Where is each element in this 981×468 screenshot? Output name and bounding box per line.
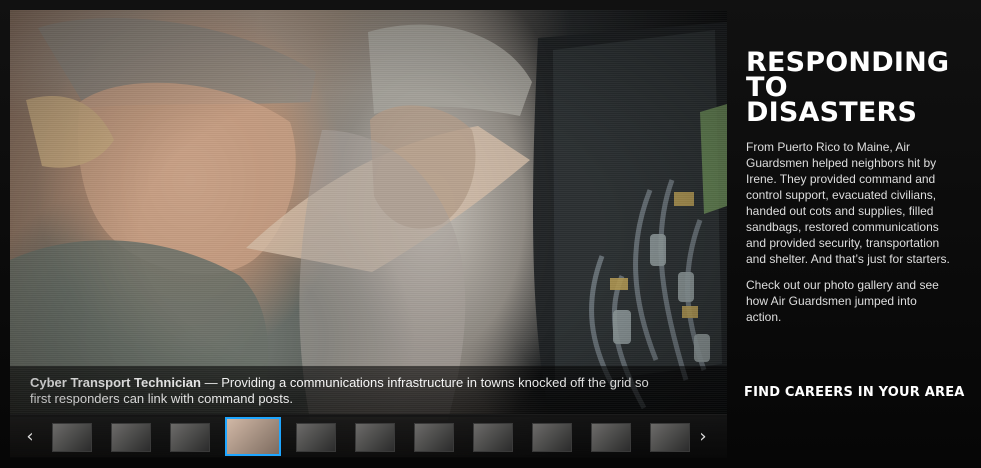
caption-title: Cyber Transport Technician <box>30 375 201 390</box>
gallery-thumbnail[interactable] <box>650 423 690 452</box>
gallery-thumbnail[interactable] <box>111 423 151 452</box>
sidebar-headline: Responding to Disasters <box>746 47 950 128</box>
chevron-left-icon[interactable]: ‹ <box>23 428 37 446</box>
gallery-thumbnail[interactable] <box>52 423 92 452</box>
gallery-thumbnail[interactable] <box>532 423 572 452</box>
gallery-thumbnail[interactable] <box>355 423 395 452</box>
hero-caption: Cyber Transport Technician — Providing a… <box>30 375 670 407</box>
gallery-thumbnail-active[interactable] <box>225 417 281 456</box>
gallery-thumbnail[interactable] <box>473 423 513 452</box>
sidebar-paragraph-2: Check out our photo gallery and see how … <box>746 278 939 324</box>
gallery-thumbnail[interactable] <box>296 423 336 452</box>
find-careers-link[interactable]: FIND CAREERS IN YOUR AREA <box>744 385 965 400</box>
gallery-thumbnail[interactable] <box>170 423 210 452</box>
gallery-thumbnail[interactable] <box>591 423 631 452</box>
hero-image: Cyber Transport Technician — Providing a… <box>10 10 727 457</box>
sidebar-paragraph-1: From Puerto Rico to Maine, Air Guardsmen… <box>746 140 950 266</box>
sidebar: Responding to Disasters From Puerto Rico… <box>746 47 951 335</box>
gallery-thumbnail[interactable] <box>414 423 454 452</box>
chevron-right-icon[interactable]: › <box>696 428 710 446</box>
thumbnail-strip: ‹ › <box>10 414 727 458</box>
